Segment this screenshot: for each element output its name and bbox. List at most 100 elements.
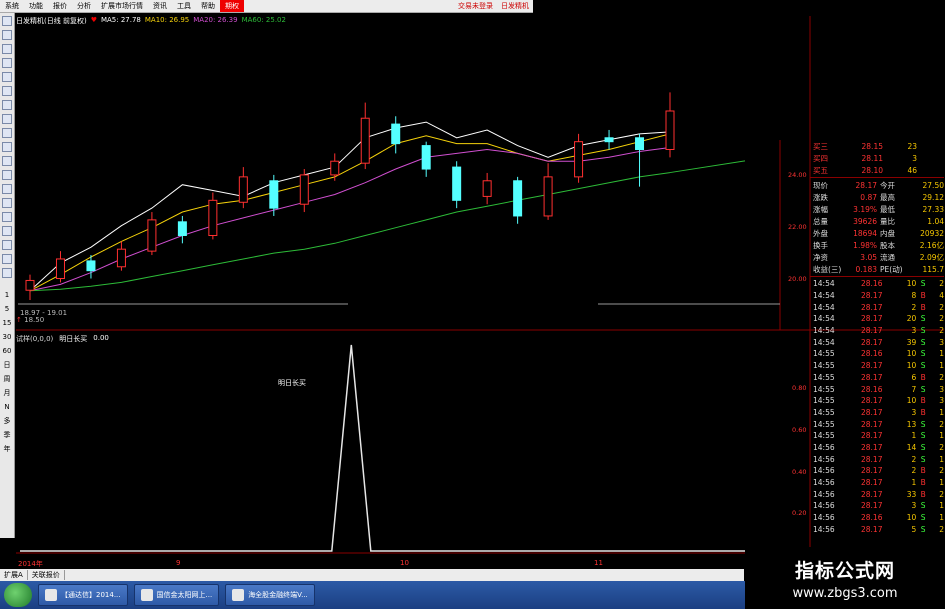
tab-extended-a[interactable]: 扩展A (0, 570, 28, 580)
tick-side: B (920, 302, 926, 312)
tick-price: 28.17 (861, 466, 883, 476)
quote-row: 换手 1.98% 股本 2.16亿 (810, 239, 944, 251)
tick-price: 28.17 (861, 407, 883, 417)
tick-side: S (920, 513, 926, 523)
tick-time: 14:55 (813, 407, 835, 417)
tick-price: 28.17 (861, 361, 883, 371)
taskbar-item-haiquan[interactable]: 海全股金融终端V... (225, 584, 315, 606)
quote-label: PE(动) (880, 264, 903, 274)
formula-name[interactable]: 试样(0,0,0) (16, 334, 53, 344)
quote-row: 总量 39626 量比 1.04 (810, 215, 944, 227)
tick-volume: 2 (911, 454, 917, 464)
candle-body (635, 137, 645, 150)
tick-time: 14:55 (813, 372, 835, 382)
tick-side: S (920, 442, 926, 452)
candle-body (269, 180, 279, 209)
tick-count: 1 (939, 454, 945, 464)
tick-volume: 3 (911, 407, 917, 417)
tick-time: 14:55 (813, 384, 835, 394)
order-book-label: 买四 (813, 153, 828, 163)
tick-side: B (920, 407, 926, 417)
tick-time: 14:54 (813, 314, 835, 324)
tick-time: 14:56 (813, 466, 835, 476)
tick-row: 14:55 28.17 3 B 1 (810, 407, 944, 419)
tick-count: 2 (939, 372, 945, 382)
tick-time: 14:55 (813, 419, 835, 429)
candle-body (482, 180, 492, 197)
kline-chart[interactable] (0, 0, 945, 569)
tick-volume: 10 (906, 279, 917, 289)
tick-count: 1 (939, 478, 945, 488)
tick-row: 14:55 28.17 6 B 2 (810, 372, 944, 384)
tick-price: 28.16 (861, 513, 883, 523)
panel-separator (810, 177, 944, 178)
tick-row: 14:54 28.17 3 S 2 (810, 325, 944, 337)
order-book-volume: 23 (907, 141, 917, 151)
tick-time: 14:54 (813, 279, 835, 289)
tick-volume: 3 (911, 501, 917, 511)
taskbar-item-tdx[interactable]: 【通达信】2014... (38, 584, 128, 606)
tick-count: 1 (939, 361, 945, 371)
bottom-tabs: 扩展A 关联报价 (0, 569, 744, 581)
tick-count: 1 (939, 407, 945, 417)
quote-value: 3.19% (853, 204, 877, 214)
low-price-label: ↑ 18.50 (16, 316, 44, 324)
tick-price: 28.17 (861, 302, 883, 312)
tab-related-quote[interactable]: 关联报价 (28, 570, 65, 580)
tick-side: S (920, 326, 926, 336)
tick-volume: 5 (911, 524, 917, 534)
sub-axis-020: 0.20 (792, 509, 807, 517)
quote-value: 29.12 (922, 192, 944, 202)
quote-label: 现价 (813, 180, 828, 190)
candle-body (604, 137, 614, 143)
ma20-label: MA20: 26.39 (193, 16, 238, 24)
start-button[interactable] (4, 583, 32, 607)
tick-time: 14:56 (813, 501, 835, 511)
signal-line (20, 344, 780, 552)
quote-value: 1.98% (853, 240, 877, 250)
tick-time: 14:56 (813, 454, 835, 464)
candle-body (574, 141, 584, 178)
quote-value: 39626 (853, 216, 877, 226)
sub-axis-060: 0.60 (792, 426, 807, 434)
ma-line-ma10 (29, 133, 671, 292)
tick-row: 14:56 28.17 5 S 2 (810, 523, 944, 535)
candle-body (147, 219, 157, 252)
quote-row: 涨跌 0.87 最高 29.12 (810, 191, 944, 203)
tick-side: B (920, 489, 926, 499)
quote-label: 收益(三) (813, 264, 842, 274)
tick-row: 14:55 28.16 7 S 3 (810, 383, 944, 395)
tick-count: 2 (939, 524, 945, 534)
quote-value: 1.04 (927, 216, 944, 226)
quote-value: 0.183 (855, 264, 877, 274)
pin-icon[interactable]: ♥ (91, 16, 97, 26)
tick-volume: 33 (906, 489, 917, 499)
main-chart[interactable] (25, 92, 746, 300)
tick-row: 14:55 28.17 10 B 3 (810, 395, 944, 407)
watermark: 指标公式网 www.zbgs3.com (745, 547, 945, 609)
tick-row: 14:56 28.17 2 S 1 (810, 453, 944, 465)
tick-count: 2 (939, 302, 945, 312)
order-book-price: 28.10 (861, 165, 883, 175)
tick-row: 14:56 28.17 1 B 1 (810, 477, 944, 489)
candle-body (25, 279, 35, 291)
chart-header: 日发精机(日线 前复权) ♥ MA5: 27.78 MA10: 26.95 MA… (16, 16, 286, 26)
sub-chart[interactable] (20, 344, 780, 552)
tick-time: 14:55 (813, 396, 835, 406)
tick-time: 14:56 (813, 478, 835, 488)
tick-volume: 3 (911, 326, 917, 336)
tick-price: 28.17 (861, 314, 883, 324)
candle-body (177, 221, 187, 236)
x-axis-11: 11 (594, 559, 603, 567)
taskbar-item-guosen[interactable]: 国信金太阳网上... (133, 584, 220, 606)
low-price-value: 18.50 (24, 316, 45, 324)
taskbar-item-label: 国信金太阳网上... (156, 591, 213, 599)
candle-body (116, 248, 126, 268)
quote-value: 28.17 (855, 180, 877, 190)
tick-side: S (920, 361, 926, 371)
quote-label: 换手 (813, 240, 828, 250)
tick-row: 14:54 28.16 10 S 2 (810, 278, 944, 290)
tick-count: 1 (939, 349, 945, 359)
tick-price: 28.17 (861, 478, 883, 488)
candle-body (665, 110, 675, 150)
